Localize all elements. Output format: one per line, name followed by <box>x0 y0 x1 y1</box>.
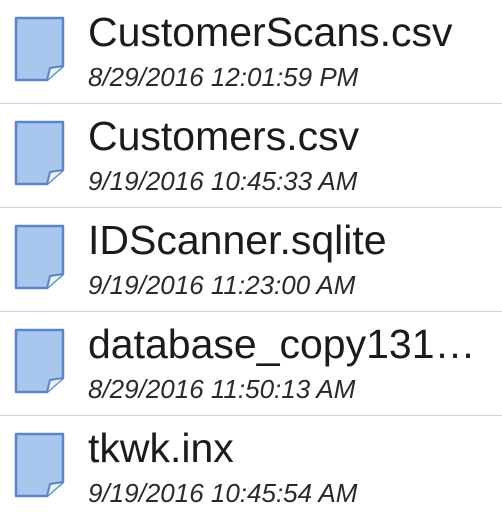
file-date: 9/19/2016 11:23:00 AM <box>88 270 356 300</box>
file-date: 9/19/2016 10:45:54 AM <box>88 478 358 508</box>
file-list-item[interactable]: Customers.csv 9/19/2016 10:45:33 AM <box>0 104 502 208</box>
document-icon <box>14 224 65 290</box>
file-name: Customers.csv <box>88 113 360 159</box>
file-name: CustomerScans.csv <box>88 9 453 55</box>
document-icon <box>14 16 65 82</box>
file-date: 9/19/2016 10:45:33 AM <box>88 166 358 196</box>
file-list-item[interactable]: CustomerScans.csv 8/29/2016 12:01:59 PM <box>0 0 502 104</box>
file-list-item[interactable]: database_copy131… 8/29/2016 11:50:13 AM <box>0 312 502 416</box>
document-icon <box>14 432 65 498</box>
document-icon <box>14 120 65 186</box>
file-date: 8/29/2016 11:50:13 AM <box>88 374 356 404</box>
file-list-item[interactable]: tkwk.inx 9/19/2016 10:45:54 AM <box>0 416 502 520</box>
file-date: 8/29/2016 12:01:59 PM <box>88 62 359 92</box>
file-list-item[interactable]: IDScanner.sqlite 9/19/2016 11:23:00 AM <box>0 208 502 312</box>
file-list: CustomerScans.csv 8/29/2016 12:01:59 PM … <box>0 0 502 520</box>
file-name: database_copy131… <box>88 321 476 367</box>
file-name: tkwk.inx <box>88 425 234 471</box>
document-icon <box>14 328 65 394</box>
file-name: IDScanner.sqlite <box>88 217 387 263</box>
